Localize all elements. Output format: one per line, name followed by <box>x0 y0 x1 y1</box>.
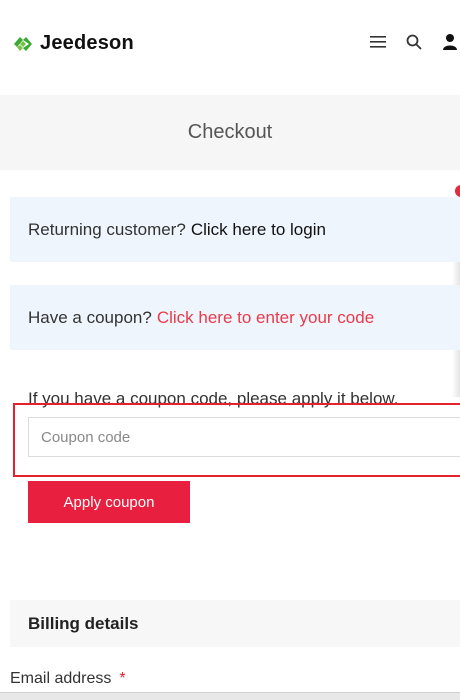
returning-customer-notice: Returning customer? Click here to login <box>10 197 460 262</box>
apply-coupon-button[interactable]: Apply coupon <box>28 481 190 523</box>
billing-details-header: Billing details <box>10 600 460 647</box>
bottom-scroll-strip <box>0 692 460 700</box>
header-icons <box>352 32 460 52</box>
email-address-label: Email address * <box>10 670 126 688</box>
enter-coupon-link[interactable]: Click here to enter your code <box>157 308 374 328</box>
brand-logo-icon <box>14 36 32 51</box>
search-icon[interactable] <box>404 32 424 52</box>
brand-name: Jeedeson <box>40 32 134 54</box>
menu-icon[interactable] <box>368 32 388 52</box>
site-header: Jeedeson <box>0 0 460 95</box>
email-label-text: Email address <box>10 670 112 687</box>
user-icon[interactable] <box>440 32 460 52</box>
notification-dot <box>455 185 460 197</box>
coupon-notice-text: Have a coupon? <box>28 307 152 327</box>
returning-customer-text: Returning customer? <box>28 219 186 239</box>
coupon-highlight-box <box>13 403 460 477</box>
page-title: Checkout <box>187 121 273 143</box>
coupon-notice: Have a coupon? Click here to enter your … <box>10 285 460 350</box>
page-title-band: Checkout <box>0 95 460 170</box>
login-link[interactable]: Click here to login <box>191 220 326 240</box>
brand-logo[interactable]: Jeedeson <box>12 32 134 55</box>
billing-details-title: Billing details <box>28 613 139 633</box>
required-asterisk: * <box>119 670 126 687</box>
